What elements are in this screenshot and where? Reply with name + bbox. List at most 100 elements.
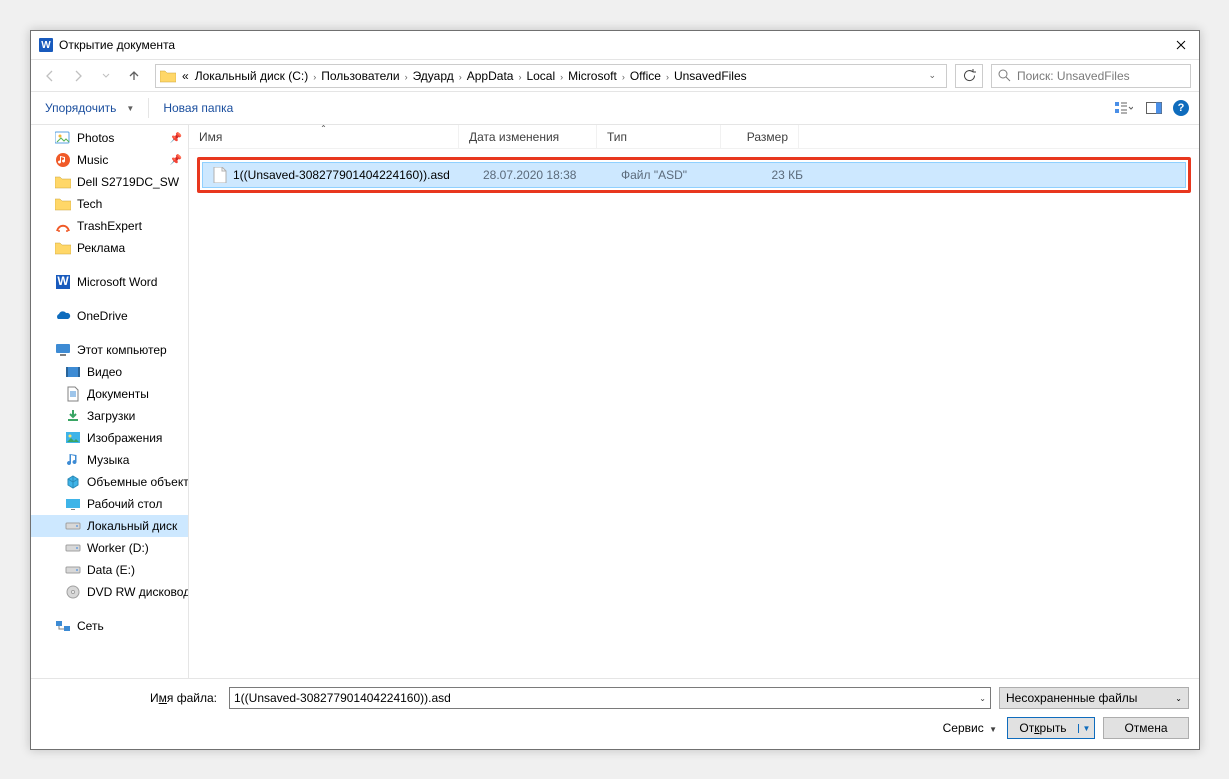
docs-icon	[65, 386, 81, 402]
sidebar-item[interactable]: WMicrosoft Word	[31, 271, 188, 293]
sidebar-item[interactable]: DVD RW дисковод	[31, 581, 188, 603]
open-file-dialog: W Открытие документа « Локальный диск (C…	[30, 30, 1200, 750]
sidebar-item[interactable]: Локальный диск	[31, 515, 188, 537]
breadcrumb-segment[interactable]: Office	[628, 69, 663, 83]
breadcrumb-segment[interactable]: Пользователи	[319, 69, 401, 83]
sidebar-item[interactable]: Рабочий стол	[31, 493, 188, 515]
col-size[interactable]: Размер	[721, 125, 799, 148]
file-type-filter[interactable]: Несохраненные файлы ⌄	[999, 687, 1189, 709]
sidebar-item[interactable]: Tech	[31, 193, 188, 215]
nav-back-button[interactable]	[37, 63, 63, 89]
filename-dropdown-icon[interactable]: ⌄	[979, 694, 986, 703]
organize-dropdown-icon[interactable]: ▼	[126, 104, 138, 113]
sidebar-item-label: Видео	[87, 365, 122, 379]
sidebar-item[interactable]: Изображения	[31, 427, 188, 449]
music-icon	[55, 152, 71, 168]
separator	[148, 98, 149, 118]
video-icon	[65, 364, 81, 380]
chevron-down-icon	[102, 72, 110, 80]
cancel-button[interactable]: Отмена	[1103, 717, 1189, 739]
3d-icon	[65, 474, 81, 490]
breadcrumb-overflow[interactable]: «	[180, 69, 191, 83]
sidebar-item-label: Tech	[77, 197, 102, 211]
tools-button[interactable]: Сервис ▼	[941, 719, 999, 737]
sidebar-item-label: TrashExpert	[77, 219, 142, 233]
sidebar-item[interactable]: Музыка	[31, 449, 188, 471]
view-options-button[interactable]	[1113, 97, 1135, 119]
highlight-annotation: 1((Unsaved-308277901404224160)).asd 28.0…	[197, 157, 1191, 193]
sidebar-item[interactable]: Документы	[31, 383, 188, 405]
file-type: Файл "ASD"	[611, 168, 735, 182]
sidebar-item-label: Изображения	[87, 431, 162, 445]
sidebar-item[interactable]: Загрузки	[31, 405, 188, 427]
nav-recent-button[interactable]	[93, 63, 119, 89]
sidebar-item-label: Реклама	[77, 241, 125, 255]
sidebar-item[interactable]: Dell S2719DC_SW	[31, 171, 188, 193]
address-bar[interactable]: « Локальный диск (C:)›Пользователи›Эдуар…	[155, 64, 947, 88]
drive-icon	[65, 562, 81, 578]
filename-input[interactable]: 1((Unsaved-308277901404224160)).asd ⌄	[229, 687, 991, 709]
open-button[interactable]: Открыть ▼	[1007, 717, 1095, 739]
file-row[interactable]: 1((Unsaved-308277901404224160)).asd 28.0…	[202, 162, 1186, 188]
breadcrumb-segment[interactable]: Local	[524, 69, 557, 83]
file-name: 1((Unsaved-308277901404224160)).asd	[233, 168, 450, 182]
folder-icon	[160, 69, 176, 83]
nav-forward-button[interactable]	[65, 63, 91, 89]
col-date[interactable]: Дата изменения	[459, 125, 597, 148]
mus-icon	[65, 452, 81, 468]
organize-button[interactable]: Упорядочить	[41, 97, 120, 119]
sidebar-item-label: Dell S2719DC_SW	[77, 175, 179, 189]
address-expand[interactable]: ⌄	[922, 70, 942, 81]
file-list-pane: ⌃Имя Дата изменения Тип Размер 1((Unsave…	[189, 125, 1199, 678]
sidebar-item-label: OneDrive	[77, 309, 128, 323]
dialog-body: Photos📌Music📌 Dell S2719DC_SW Tech TrashExp…	[31, 125, 1199, 678]
sidebar-item[interactable]: Видео	[31, 361, 188, 383]
sidebar: Photos📌Music📌 Dell S2719DC_SW Tech TrashExp…	[31, 125, 189, 678]
preview-pane-button[interactable]	[1143, 97, 1165, 119]
sidebar-item[interactable]: Photos📌	[31, 127, 188, 149]
sidebar-item-label: Microsoft Word	[77, 275, 157, 289]
breadcrumb-separator-icon[interactable]: ›	[663, 72, 672, 82]
dl-icon	[65, 408, 81, 424]
sidebar-item-label: Загрузки	[87, 409, 135, 423]
sidebar-item[interactable]: Data (E:)	[31, 559, 188, 581]
sidebar-item[interactable]: OneDrive	[31, 305, 188, 327]
refresh-button[interactable]	[955, 64, 983, 88]
sidebar-item-label: Музыка	[87, 453, 129, 467]
breadcrumb-separator-icon[interactable]: ›	[310, 72, 319, 82]
new-folder-button[interactable]: Новая папка	[159, 97, 237, 119]
folder-icon	[55, 174, 71, 190]
breadcrumb-segment[interactable]: UnsavedFiles	[672, 69, 749, 83]
help-button[interactable]: ?	[1173, 100, 1189, 116]
breadcrumb-segment[interactable]: Эдуард	[411, 69, 456, 83]
footer: Имя файла: 1((Unsaved-308277901404224160…	[31, 678, 1199, 749]
sidebar-item[interactable]: Worker (D:)	[31, 537, 188, 559]
search-icon	[998, 69, 1011, 82]
sidebar-item[interactable]: Объемные объекты	[31, 471, 188, 493]
sidebar-item[interactable]: Этот компьютер	[31, 339, 188, 361]
tools-dropdown-icon: ▼	[989, 725, 997, 734]
col-name[interactable]: ⌃Имя	[189, 125, 459, 148]
breadcrumb-separator-icon[interactable]: ›	[402, 72, 411, 82]
col-type[interactable]: Тип	[597, 125, 721, 148]
arrow-left-icon	[43, 69, 57, 83]
sidebar-item[interactable]: Сеть	[31, 615, 188, 637]
breadcrumb-segment[interactable]: Microsoft	[566, 69, 619, 83]
breadcrumb-segment[interactable]: AppData	[465, 69, 516, 83]
sidebar-item[interactable]: Music📌	[31, 149, 188, 171]
breadcrumb-separator-icon[interactable]: ›	[456, 72, 465, 82]
dialog-title: Открытие документа	[59, 38, 1167, 52]
search-input[interactable]: Поиск: UnsavedFiles	[991, 64, 1191, 88]
sidebar-item[interactable]: TrashExpert	[31, 215, 188, 237]
close-button[interactable]	[1167, 31, 1195, 59]
word-app-icon: W	[39, 38, 53, 52]
nav-up-button[interactable]	[121, 63, 147, 89]
open-split-button[interactable]: ▼	[1078, 724, 1094, 733]
view-icon	[1115, 101, 1133, 115]
filter-dropdown-icon: ⌄	[1175, 694, 1182, 703]
sidebar-item[interactable]: Реклама	[31, 237, 188, 259]
breadcrumb-separator-icon[interactable]: ›	[619, 72, 628, 82]
breadcrumb-separator-icon[interactable]: ›	[557, 72, 566, 82]
breadcrumb-segment[interactable]: Локальный диск (C:)	[193, 69, 311, 83]
file-size: 23 КБ	[735, 168, 813, 182]
